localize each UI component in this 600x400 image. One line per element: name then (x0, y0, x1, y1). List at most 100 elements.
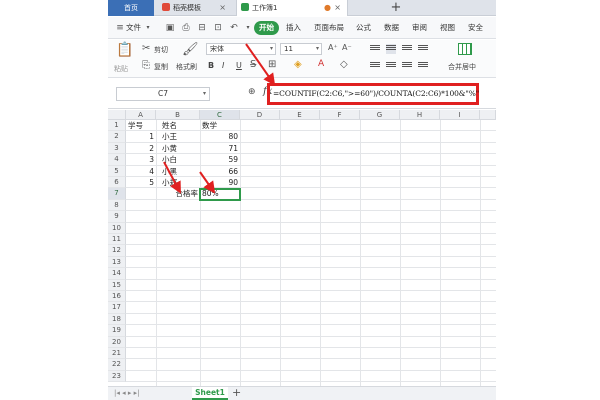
export-icon[interactable]: ⊡ (212, 21, 224, 35)
justify-icon[interactable] (418, 61, 428, 71)
align-right-icon[interactable] (402, 61, 412, 71)
cell-c2[interactable]: 80 (200, 131, 240, 142)
row-header-18[interactable]: 18 (108, 313, 126, 326)
row-header-13[interactable]: 13 (108, 256, 126, 269)
format-painter-button[interactable]: 格式刷 (176, 62, 197, 72)
merge-center-icon[interactable] (458, 43, 472, 55)
cell-c3[interactable]: 71 (200, 143, 240, 154)
menu-page-layout[interactable]: 页面布局 (314, 21, 344, 35)
cell-b7[interactable]: 合格率 (156, 188, 200, 199)
cell-a3[interactable]: 2 (126, 143, 156, 154)
borders-icon[interactable]: ⊞ (268, 59, 276, 70)
row-header-1[interactable]: 1 (108, 120, 126, 132)
tab-home[interactable]: 首页 (108, 0, 154, 16)
worksheet-grid[interactable]: A B C D E F G H I 1 2 3 4 5 6 7 8 9 10 11 12 13 14 15 1… (108, 110, 496, 386)
cell-c6[interactable]: 90 (200, 177, 240, 188)
menu-insert[interactable]: 插入 (286, 21, 301, 35)
tab-workbook[interactable]: 工作簿1 ● × (236, 0, 348, 16)
row-header-16[interactable]: 16 (108, 291, 126, 303)
row-header-23[interactable]: 23 (108, 370, 126, 383)
chevron-down-icon[interactable]: ▾ (142, 21, 154, 35)
tab-template[interactable]: 稻壳模板 × (158, 0, 232, 16)
align-middle-icon[interactable] (386, 44, 396, 54)
column-header-d[interactable]: D (240, 110, 280, 120)
scissors-icon[interactable]: ✂ (142, 43, 150, 54)
row-header-4[interactable]: 4 (108, 154, 126, 166)
align-top-icon[interactable] (370, 44, 380, 54)
paste-button[interactable]: 粘贴 (114, 64, 128, 74)
row-header-17[interactable]: 17 (108, 302, 126, 314)
sheet-nav-arrows-icon[interactable]: |◂ ◂ ▸ ▸| (114, 387, 139, 400)
cell-b1[interactable]: 姓名 (156, 120, 200, 131)
column-header-i[interactable]: I (440, 110, 480, 120)
column-header-b[interactable]: B (156, 110, 200, 120)
decrease-font-icon[interactable]: A⁻ (342, 43, 352, 52)
cell-c7[interactable]: 80% (200, 188, 240, 199)
cell-b2[interactable]: 小王 (156, 131, 200, 142)
column-header-a[interactable]: A (126, 110, 156, 120)
row-header-7[interactable]: 7 (108, 188, 126, 200)
hamburger-menu-icon[interactable]: ≡ (114, 21, 126, 35)
formula-input[interactable]: =COUNTIF(C2:C6,">=60")/COUNTA(C2:C6)*100… (273, 89, 479, 98)
row-header-12[interactable]: 12 (108, 245, 126, 257)
cell-c5[interactable]: 66 (200, 166, 240, 177)
increase-font-icon[interactable]: A⁺ (328, 43, 338, 52)
cell-a1[interactable]: 学号 (126, 120, 156, 131)
column-header-c[interactable]: C (200, 110, 240, 120)
font-color-icon[interactable]: A (318, 59, 324, 69)
copy-icon[interactable]: ⎘ (142, 60, 150, 71)
menu-view[interactable]: 视图 (440, 21, 455, 35)
row-header-14[interactable]: 14 (108, 268, 126, 280)
new-tab-button[interactable]: + (388, 0, 404, 16)
close-icon[interactable]: × (334, 0, 341, 16)
row-header-21[interactable]: 21 (108, 348, 126, 360)
cell-b5[interactable]: 小黑 (156, 166, 200, 177)
row-header-9[interactable]: 9 (108, 211, 126, 223)
cell-a5[interactable]: 4 (126, 166, 156, 177)
align-center-icon[interactable] (386, 61, 396, 71)
zoom-icon[interactable]: ⊕ (248, 87, 256, 97)
add-sheet-button[interactable]: + (232, 387, 241, 399)
cell-b4[interactable]: 小白 (156, 154, 200, 165)
row-header-8[interactable]: 8 (108, 199, 126, 212)
cell-b6[interactable]: 小郑 (156, 177, 200, 188)
font-name-select[interactable]: 宋体 ▾ (206, 43, 276, 55)
cut-button[interactable]: 剪切 (154, 45, 168, 55)
cell-b3[interactable]: 小黄 (156, 143, 200, 154)
italic-button[interactable]: I (222, 61, 224, 70)
menu-security[interactable]: 安全 (468, 21, 483, 35)
row-header-11[interactable]: 11 (108, 234, 126, 246)
bold-button[interactable]: B (208, 61, 214, 70)
align-left-icon[interactable] (370, 61, 380, 71)
menu-file[interactable]: 文件 (126, 21, 141, 35)
row-header-5[interactable]: 5 (108, 165, 126, 177)
close-icon[interactable]: × (219, 0, 226, 16)
align-bottom-icon[interactable] (402, 44, 412, 54)
column-header-g[interactable]: G (360, 110, 400, 120)
row-header-15[interactable]: 15 (108, 279, 126, 291)
undo-icon[interactable]: ↶ (228, 21, 240, 35)
cell-a6[interactable]: 5 (126, 177, 156, 188)
row-header-22[interactable]: 22 (108, 359, 126, 371)
row-header-2[interactable]: 2 (108, 131, 126, 143)
sheet-tab-sheet1[interactable]: Sheet1 (192, 387, 228, 400)
row-header-20[interactable]: 20 (108, 336, 126, 348)
row-header-6[interactable]: 6 (108, 177, 126, 189)
format-painter-icon[interactable]: 🖌 (182, 42, 199, 57)
print-icon[interactable]: ⊟ (196, 21, 208, 35)
column-header-e[interactable]: E (280, 110, 320, 120)
chevron-down-icon[interactable]: ▾ (242, 21, 254, 35)
menu-formula[interactable]: 公式 (356, 21, 371, 35)
strikethrough-icon[interactable]: S̶ (250, 59, 256, 70)
name-box[interactable]: C7 ▾ (116, 87, 210, 101)
print-preview-icon[interactable]: ⎙ (180, 21, 192, 35)
fill-color-icon[interactable]: ◈ (294, 59, 302, 70)
cell-a2[interactable]: 1 (126, 131, 156, 142)
paste-icon[interactable]: 📋 (116, 42, 133, 58)
menu-review[interactable]: 审阅 (412, 21, 427, 35)
column-header-f[interactable]: F (320, 110, 360, 120)
save-icon[interactable]: ▣ (164, 21, 176, 35)
cell-c1[interactable]: 数学 (200, 120, 240, 131)
row-header-19[interactable]: 19 (108, 325, 126, 337)
font-size-select[interactable]: 11 ▾ (280, 43, 322, 55)
